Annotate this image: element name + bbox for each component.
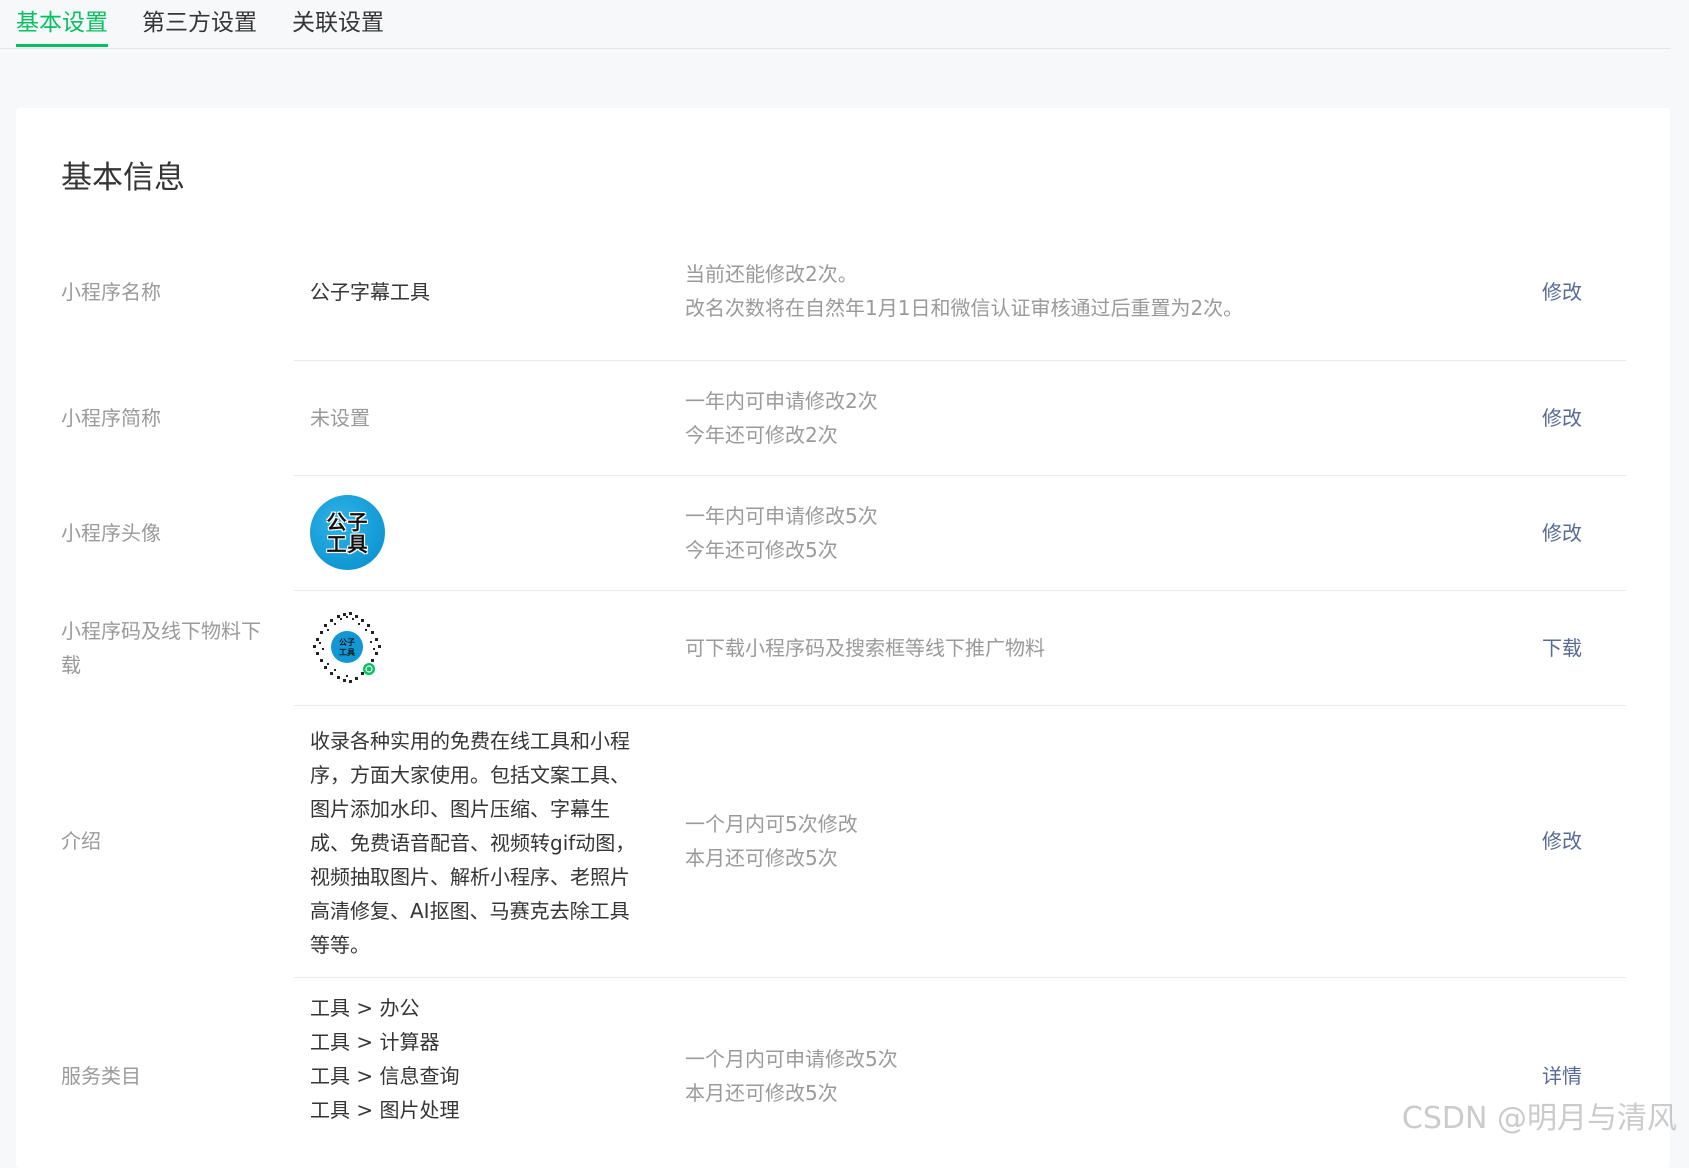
tip-line: 可下载小程序码及搜索框等线下推广物料 [685,636,1045,660]
tip-line: 改名次数将在自然年1月1日和微信认证审核通过后重置为2次。 [685,296,1244,320]
row-qrcode-download: 小程序码及线下物料下载 公子 工具 可下载小程序码及搜索框等线下推广物料 下载 [16,591,1670,706]
category-details-link[interactable]: 详情 [1542,1059,1582,1093]
category-item: 工具 > 计算器 [310,1030,440,1054]
tip-line: 当前还能修改2次。 [685,262,858,286]
category-item: 工具 > 信息查询 [310,1064,460,1088]
tip-line: 一个月内可申请修改5次 [685,1047,898,1071]
tip-line: 本月还可修改5次 [685,846,838,870]
row-mini-program-avatar: 小程序头像 公子 工具 一年内可申请修改5次 今年还可修改5次 修改 [16,476,1670,591]
service-category-list: 工具 > 办公 工具 > 计算器 工具 > 信息查询 工具 > 图片处理 [310,991,660,1127]
row-label: 小程序名称 [61,280,161,304]
row-label: 小程序简称 [61,406,161,430]
row-mini-program-short-name: 小程序简称 未设置 一年内可申请修改2次 今年还可修改2次 修改 [16,361,1670,476]
mini-program-qrcode: 公子 工具 [313,612,381,683]
mini-program-name-value: 公子字幕工具 [310,280,430,304]
row-label: 小程序头像 [61,521,161,545]
row-mini-program-name: 小程序名称 公子字幕工具 当前还能修改2次。 改名次数将在自然年1月1日和微信认… [16,253,1670,361]
row-tip: 当前还能修改2次。 改名次数将在自然年1月1日和微信认证审核通过后重置为2次。 [685,257,1385,325]
tab-third-party-settings[interactable]: 第三方设置 [142,6,257,42]
row-label: 介绍 [61,829,101,853]
tab-bar: 基本设置 第三方设置 关联设置 [0,0,1670,49]
modify-avatar-link[interactable]: 修改 [1542,516,1582,550]
row-tip: 可下载小程序码及搜索框等线下推广物料 [685,631,1385,665]
tip-line: 一年内可申请修改5次 [685,504,878,528]
row-introduction: 介绍 收录各种实用的免费在线工具和小程序，方面大家使用。包括文案工具、图片添加水… [16,706,1670,978]
watermark: CSDN @明月与清风 [1401,1101,1677,1136]
modify-name-link[interactable]: 修改 [1542,275,1582,309]
download-qrcode-link[interactable]: 下载 [1542,631,1582,665]
tip-line: 一年内可申请修改2次 [685,389,878,413]
tip-line: 今年还可修改5次 [685,538,838,562]
modify-intro-link[interactable]: 修改 [1542,824,1582,858]
row-tip: 一个月内可申请修改5次 本月还可修改5次 [685,1042,1385,1110]
modify-short-name-link[interactable]: 修改 [1542,401,1582,435]
basic-info-card: 基本信息 小程序名称 公子字幕工具 当前还能修改2次。 改名次数将在自然年1月1… [16,108,1670,1168]
tip-line: 今年还可修改2次 [685,423,838,447]
avatar: 公子 工具 [310,495,385,570]
short-name-value: 未设置 [310,406,370,430]
card-title: 基本信息 [61,160,185,196]
category-item: 工具 > 办公 [310,996,420,1020]
tab-related-settings[interactable]: 关联设置 [292,6,384,42]
tip-line: 一个月内可5次修改 [685,812,858,836]
row-tip: 一个月内可5次修改 本月还可修改5次 [685,807,1385,875]
introduction-value: 收录各种实用的免费在线工具和小程序，方面大家使用。包括文案工具、图片添加水印、图… [310,729,636,957]
svg-text:公子: 公子 [339,638,355,647]
tip-line: 本月还可修改5次 [685,1081,838,1105]
row-tip: 一年内可申请修改2次 今年还可修改2次 [685,384,1385,452]
row-tip: 一年内可申请修改5次 今年还可修改5次 [685,499,1385,567]
tab-basic-settings[interactable]: 基本设置 [16,6,108,47]
category-item: 工具 > 图片处理 [310,1098,460,1122]
svg-text:工具: 工具 [339,648,355,657]
avatar-logo-text: 公子 工具 [326,509,369,556]
row-label: 小程序码及线下物料下载 [61,619,261,677]
row-label: 服务类目 [61,1064,141,1088]
